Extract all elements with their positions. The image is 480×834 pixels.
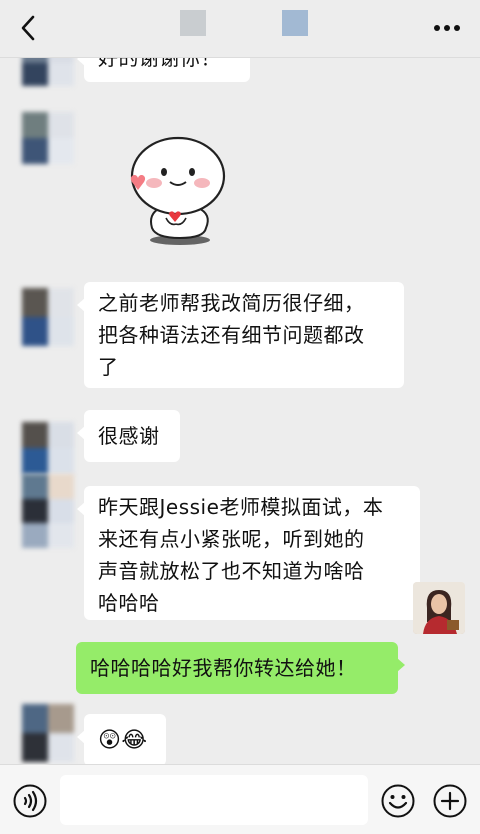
message-bubble[interactable]: 好的谢谢你！	[77, 58, 250, 82]
message-bubble[interactable]: 很感谢	[77, 410, 180, 462]
chat-title-blurred	[180, 10, 206, 36]
chat-header	[0, 0, 480, 58]
message-text-line: 把各种语法还有细节问题都改	[98, 323, 365, 347]
contact-avatar[interactable]	[22, 58, 74, 86]
message-text-line: 声音就放松了也不知道为啥哈	[98, 559, 365, 583]
message-bubble[interactable]: 😲😂	[77, 714, 166, 764]
input-bar	[0, 764, 480, 834]
message-bubble[interactable]: 之前老师帮我改简历很仔细， 把各种语法还有细节问题都改 了	[77, 282, 404, 388]
emoji-message: 😲😂	[98, 728, 148, 753]
person-photo	[413, 582, 465, 634]
contact-avatar[interactable]	[22, 112, 74, 164]
chevron-left-icon	[21, 15, 35, 41]
message-text: 好的谢谢你！	[98, 58, 221, 70]
back-button[interactable]	[14, 14, 42, 42]
message-bubble[interactable]: 昨天跟Jessie老师模拟面试，本 来还有点小紧张呢，听到她的 声音就放松了也不…	[77, 486, 420, 620]
chat-title-blurred-2	[282, 10, 308, 36]
message-input[interactable]	[60, 775, 368, 825]
message-text-line: 昨天跟Jessie老师模拟面试，本	[98, 495, 384, 519]
message-text-line: 之前老师帮我改简历很仔细，	[98, 291, 365, 315]
message-text: 哈哈哈哈好我帮你转达给她！	[90, 656, 357, 680]
message-text-line: 了	[98, 355, 119, 379]
message-text-line: 来还有点小紧张呢，听到她的	[98, 527, 365, 551]
message-list[interactable]: 好的谢谢你！ 之前老师帮我改简历很仔细， 把各种语法还有细节问题都改 了 很感谢	[0, 58, 480, 764]
message-text: 很感谢	[98, 424, 160, 448]
contact-avatar[interactable]	[22, 704, 74, 762]
my-avatar[interactable]	[413, 582, 465, 634]
plus-icon[interactable]	[432, 783, 468, 819]
cute-bun-heart-sticker[interactable]	[118, 128, 238, 248]
ellipsis-icon	[434, 25, 460, 31]
message-bubble-self[interactable]: 哈哈哈哈好我帮你转达给她！	[76, 642, 405, 694]
contact-avatar[interactable]	[22, 474, 74, 548]
contact-avatar[interactable]	[22, 422, 74, 474]
message-text-line: 哈哈哈	[98, 591, 160, 615]
voice-icon[interactable]	[12, 783, 48, 819]
contact-avatar[interactable]	[22, 288, 74, 346]
emoji-icon[interactable]	[380, 783, 416, 819]
more-options-button[interactable]	[432, 18, 462, 38]
